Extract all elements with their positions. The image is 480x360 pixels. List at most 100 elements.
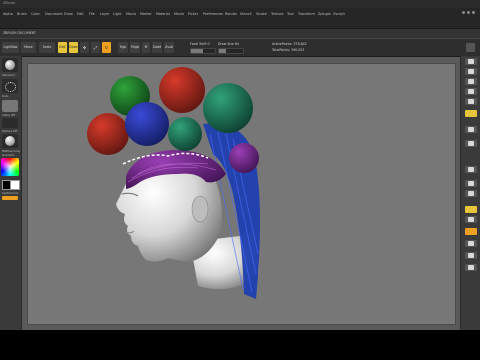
menu-item-draw[interactable]: Draw (64, 12, 73, 16)
menu-item-light[interactable]: Light (113, 12, 121, 16)
stroke-icon[interactable] (2, 79, 18, 93)
mrgb-button[interactable]: Mrgb (130, 42, 140, 53)
aahalf-icon[interactable] (465, 110, 477, 117)
polyf-icon[interactable] (465, 228, 477, 235)
spix-icon[interactable] (465, 68, 477, 75)
window-control-icon[interactable] (462, 11, 465, 14)
zadd-label: Zadd (152, 45, 162, 49)
local-icon[interactable] (465, 166, 477, 173)
texture-label: Texture Off (2, 129, 18, 133)
quick-sketch-button[interactable]: Move (21, 42, 36, 53)
bun-purple-right (229, 143, 259, 173)
ear (191, 195, 209, 223)
menu-item-edit[interactable]: Edit (77, 12, 84, 16)
switch-color-label: SwitchColor (2, 191, 19, 195)
menu-item-layer[interactable]: Layer (100, 12, 109, 16)
menu-item-transform[interactable]: Transform (298, 12, 315, 16)
bottom-letterbox (0, 330, 480, 360)
live-boolean-button[interactable]: Scale (39, 42, 55, 53)
bpr-icon[interactable] (465, 58, 477, 65)
rgb-button[interactable]: Rgb (118, 42, 128, 53)
scale-icon: ⤢ (93, 45, 98, 50)
menu-item-marker[interactable]: Marker (140, 12, 152, 16)
menu-bar: Alpha Brush Color Document Draw Edit Fil… (0, 8, 480, 29)
window-control-icon[interactable] (472, 11, 475, 14)
menu-item-color[interactable]: Color (31, 12, 40, 16)
draw-size-slider[interactable] (218, 48, 244, 54)
rotate-icon[interactable] (465, 216, 477, 223)
menu-item-movie[interactable]: Movie (174, 12, 184, 16)
draw-button[interactable]: Draw (69, 42, 78, 53)
menu-item-picker[interactable]: Picker (188, 12, 198, 16)
menu-item-macro[interactable]: Macro (126, 12, 136, 16)
move-label: Move (24, 45, 33, 49)
focal-shift-label: Focal Shift 0 (190, 42, 210, 46)
menu-item-tool[interactable]: Tool (287, 12, 294, 16)
window-control-icon[interactable] (467, 11, 470, 14)
menu-item-material[interactable]: Material (156, 12, 170, 16)
menu-item-texture[interactable]: Texture (271, 12, 283, 16)
scale-icon[interactable] (465, 206, 477, 213)
floor-icon[interactable] (465, 140, 477, 147)
zoom-icon[interactable] (465, 88, 477, 95)
brush-icon[interactable] (2, 58, 18, 72)
top-shelf: LightBox Move Scale Edit Draw ✥ ⤢ ↻ Rgb … (0, 38, 480, 57)
canvas-viewport[interactable] (27, 63, 456, 325)
title-bar: ZBrush (0, 0, 480, 8)
draw-size-fill (219, 49, 227, 53)
zadd-button[interactable]: Zadd (152, 42, 162, 53)
move-icon[interactable] (465, 190, 477, 197)
bun-teal-center (168, 117, 202, 151)
move-button[interactable]: ✥ (80, 42, 89, 53)
menu-item-zplugin[interactable]: Zplugin (318, 12, 331, 16)
gradient-label: Gradient (2, 153, 15, 157)
menu-item-file[interactable]: File (89, 12, 95, 16)
scale-label: Scale (42, 45, 52, 49)
edit-label: Edit (59, 45, 66, 49)
m-label: M (144, 45, 148, 49)
persp-icon[interactable] (465, 126, 477, 133)
right-tray (460, 56, 480, 330)
transp-icon[interactable] (465, 240, 477, 247)
bun-red-top (159, 67, 205, 113)
menu-item-brush[interactable]: Brush (17, 12, 27, 16)
menu-icons (462, 11, 475, 16)
alpha-label: Alpha Off (2, 113, 15, 117)
zsub-button[interactable]: Zsub (164, 42, 174, 53)
menu-item-stencil[interactable]: Stencil (240, 12, 251, 16)
solo-icon[interactable] (465, 252, 477, 259)
scale-button[interactable]: ⤢ (91, 42, 100, 53)
menu-item-document[interactable]: Document (45, 12, 63, 16)
material-icon[interactable] (2, 134, 18, 148)
rotate-button[interactable]: ↻ (102, 42, 111, 53)
actual-icon[interactable] (465, 98, 477, 105)
color-picker-icon[interactable] (1, 158, 19, 176)
frame-icon[interactable] (465, 180, 477, 187)
switch-color-button[interactable] (2, 196, 18, 200)
document-label: ZBRUSH DOCUMENT (3, 31, 36, 35)
left-tray: Standard Dots Alpha Off Texture Off MatC… (0, 56, 22, 330)
bun-teal-right (203, 83, 253, 133)
rgb-label: Rgb (119, 45, 127, 49)
focal-shift-slider[interactable] (190, 48, 216, 54)
menu-item-stroke[interactable]: Stroke (256, 12, 267, 16)
document-strip: ZBRUSH DOCUMENT (0, 29, 480, 38)
m-button[interactable]: M (142, 42, 150, 53)
alpha-icon[interactable] (2, 100, 18, 112)
xpose-icon[interactable] (465, 264, 477, 271)
texture-icon[interactable] (2, 118, 18, 128)
menu-item-alpha[interactable]: Alpha (3, 12, 13, 16)
bun-blue (125, 102, 169, 146)
shelf-right-icon[interactable] (466, 43, 475, 52)
lightbox-button[interactable]: LightBox (2, 42, 19, 53)
scroll-icon[interactable] (465, 78, 477, 85)
rotate-icon: ↻ (104, 45, 109, 50)
menu-item-preferences[interactable]: Preferences (203, 12, 223, 16)
menu-item-zscript[interactable]: Zscript (333, 12, 345, 16)
menu-item-render[interactable]: Render (225, 12, 237, 16)
edit-button[interactable]: Edit (58, 42, 67, 53)
sculpt-model[interactable] (28, 64, 455, 324)
zbrush-window: ZBrush Alpha Brush Color Document Draw E… (0, 0, 480, 330)
mrgb-label: Mrgb (130, 45, 140, 49)
secondary-color-swatch[interactable] (10, 180, 20, 190)
